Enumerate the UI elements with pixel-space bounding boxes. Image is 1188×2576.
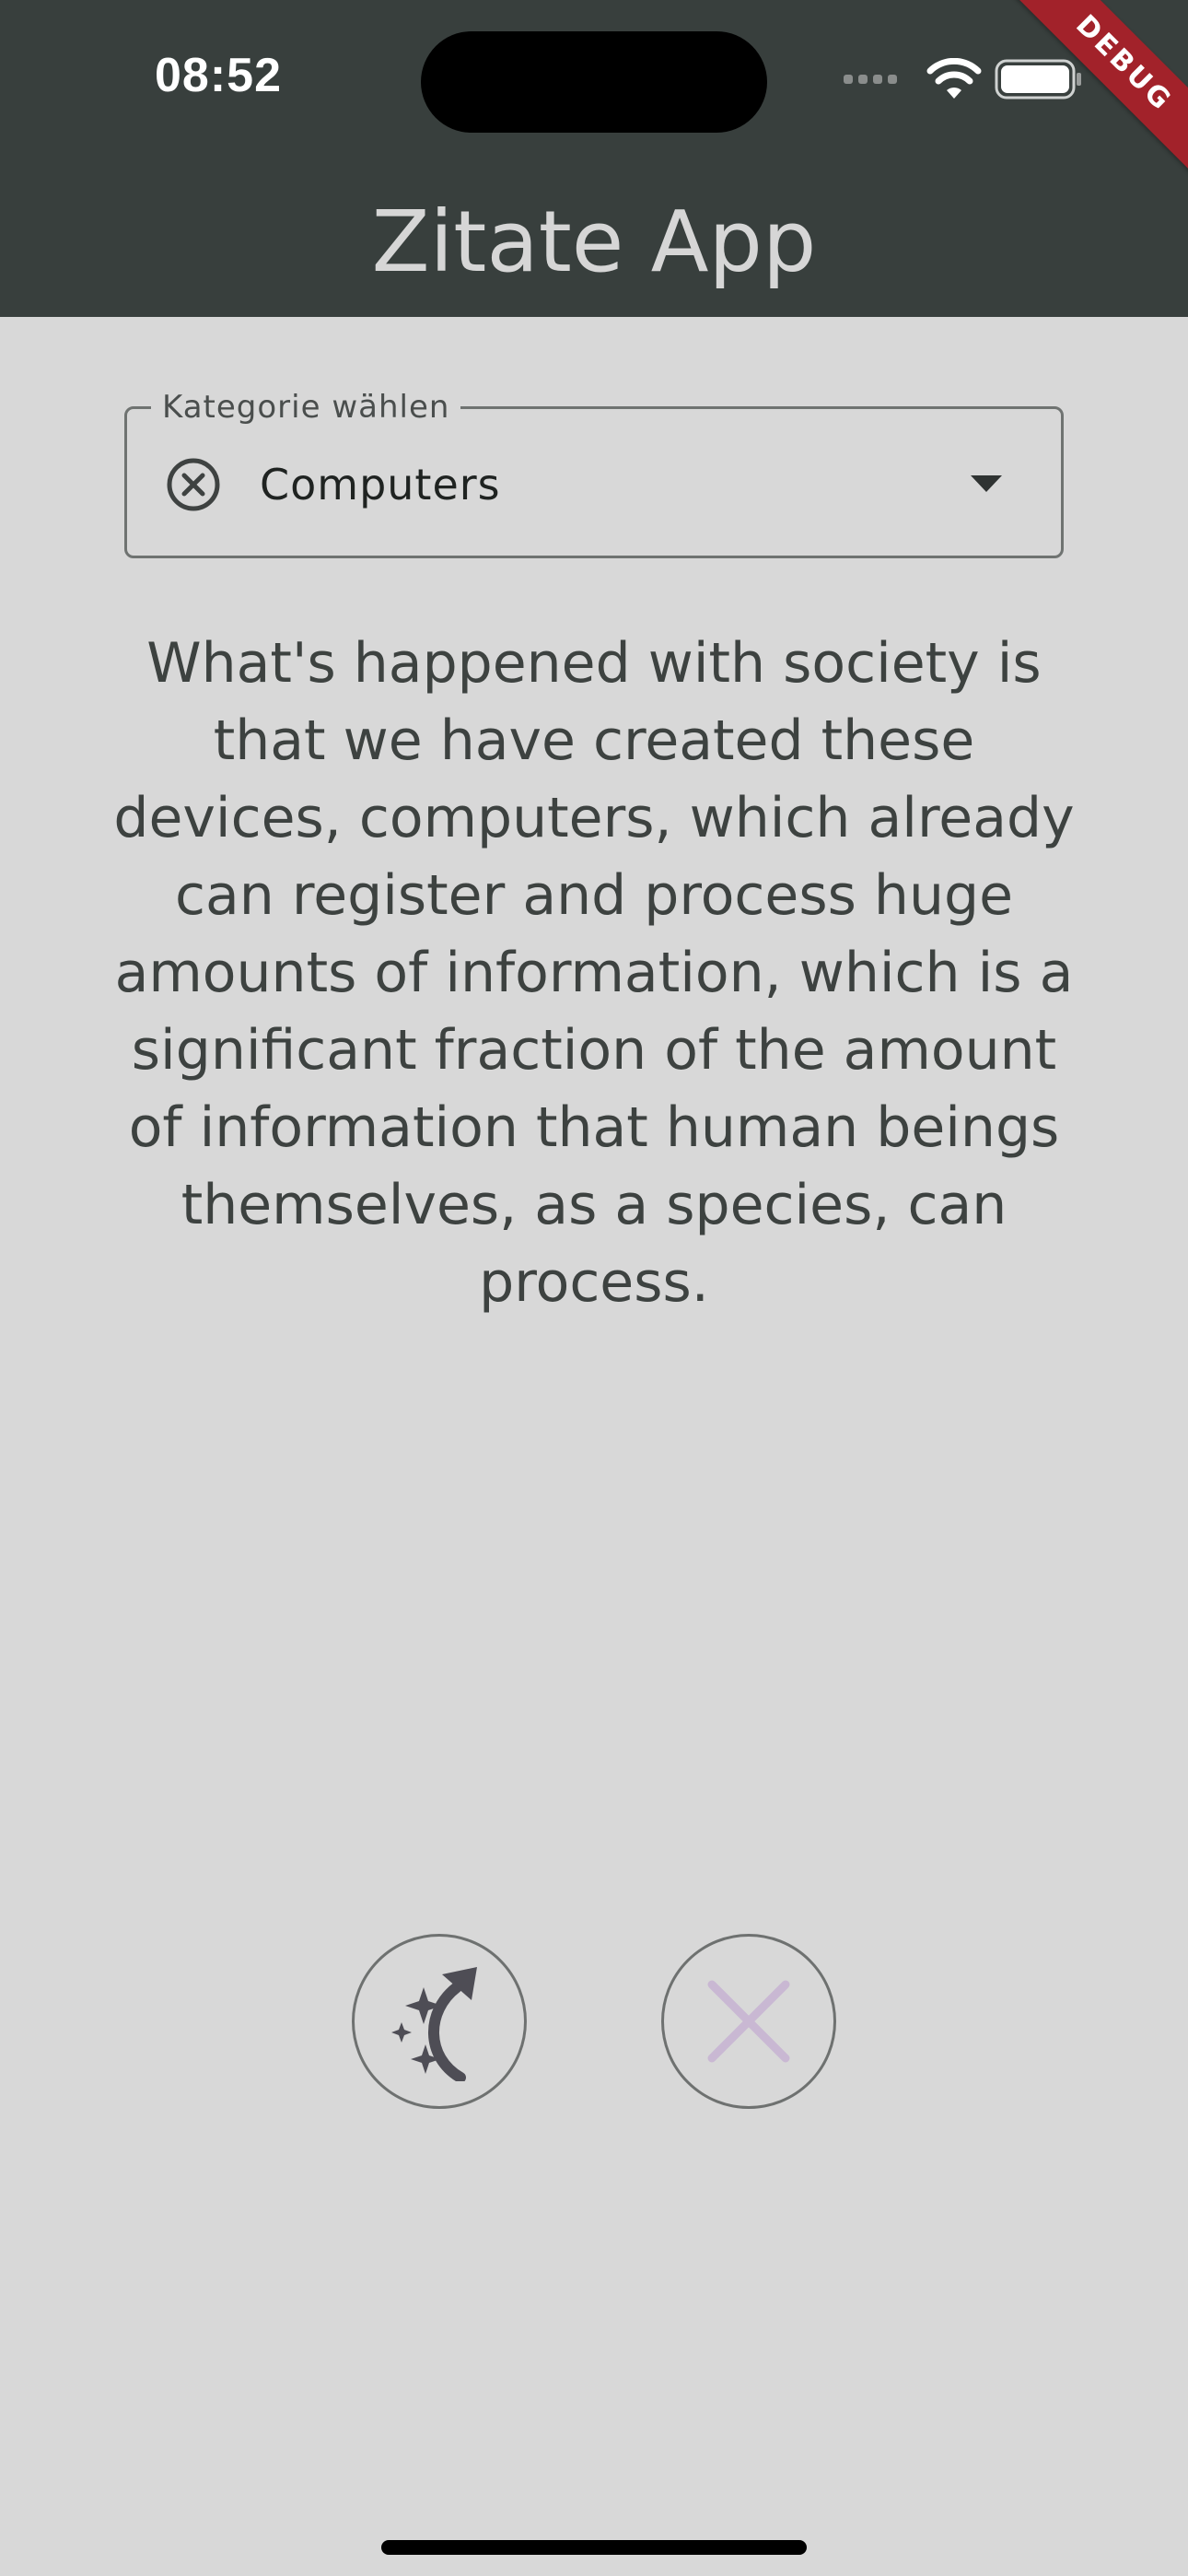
- home-indicator[interactable]: [381, 2540, 807, 2555]
- dropdown-arrow-icon[interactable]: [971, 475, 1002, 494]
- cellular-dots-icon: [844, 75, 897, 84]
- dropdown-selected-value: Computers: [260, 460, 501, 509]
- close-button[interactable]: [661, 1934, 836, 2109]
- cancel-circle-icon[interactable]: [164, 455, 223, 514]
- dynamic-island: [421, 31, 767, 133]
- page-title: Zitate App: [371, 193, 817, 291]
- sparkle-redo-icon: [391, 1967, 477, 2081]
- quote-text: What's happened with society is that we …: [113, 631, 1075, 1315]
- close-icon: [707, 1980, 790, 2063]
- app-bar: 08:52 DEBUG Zitate App: [0, 0, 1188, 317]
- status-icons: [844, 53, 1083, 105]
- status-time: 08:52: [155, 49, 282, 102]
- wifi-icon: [926, 58, 982, 99]
- category-dropdown[interactable]: Kategorie wählen Computers: [124, 387, 1064, 558]
- new-quote-button[interactable]: [352, 1934, 527, 2109]
- battery-icon: [995, 59, 1081, 100]
- dropdown-label: Kategorie wählen: [151, 387, 461, 427]
